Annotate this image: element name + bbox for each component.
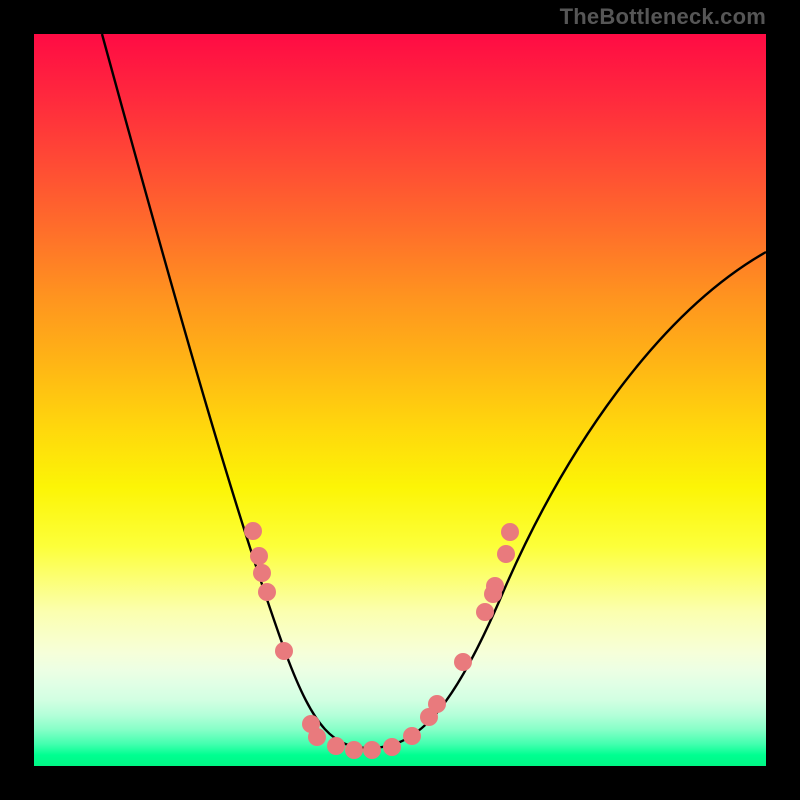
datapoint-marker [383, 738, 401, 756]
datapoint-marker [363, 741, 381, 759]
datapoint-marker [403, 727, 421, 745]
datapoint-marker [428, 695, 446, 713]
datapoint-marker [308, 728, 326, 746]
datapoint-marker [497, 545, 515, 563]
datapoint-marker [253, 564, 271, 582]
datapoint-marker [345, 741, 363, 759]
watermark: TheBottleneck.com [560, 4, 766, 30]
curve-layer [34, 34, 766, 766]
datapoint-marker [250, 547, 268, 565]
datapoint-marker [244, 522, 262, 540]
chart-frame: TheBottleneck.com [0, 0, 800, 800]
datapoint-marker [476, 603, 494, 621]
datapoint-marker [501, 523, 519, 541]
datapoint-marker [258, 583, 276, 601]
plot-area [34, 34, 766, 766]
datapoint-marker [486, 577, 504, 595]
datapoint-marker [454, 653, 472, 671]
bottleneck-curve [102, 34, 766, 748]
datapoint-marker [327, 737, 345, 755]
datapoints-group [244, 522, 519, 759]
datapoint-marker [275, 642, 293, 660]
